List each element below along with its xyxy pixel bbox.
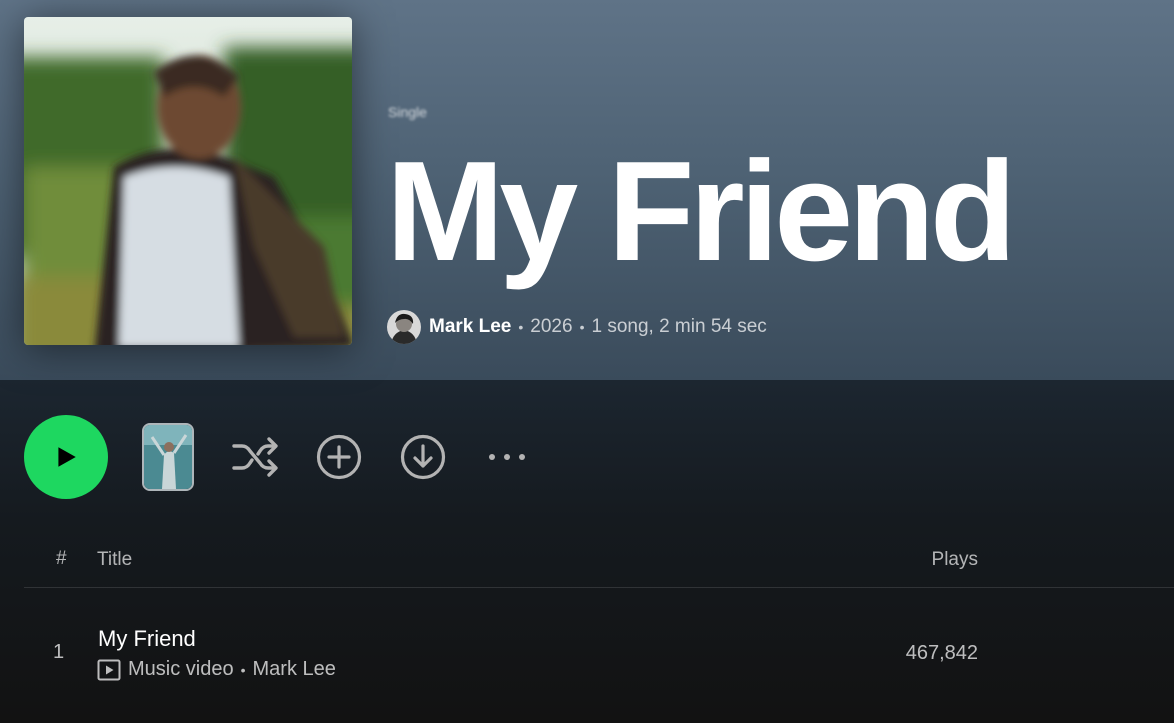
track-title-link[interactable]: My Friend xyxy=(98,626,196,652)
play-button[interactable] xyxy=(24,415,108,499)
tracklist-header: # Title Plays xyxy=(24,538,1174,588)
album-cover-art[interactable] xyxy=(24,17,352,345)
track-artist-link[interactable]: Mark Lee xyxy=(253,658,336,681)
separator: • xyxy=(579,319,585,335)
more-options-button[interactable] xyxy=(482,432,532,482)
cover-image xyxy=(24,17,352,345)
separator: • xyxy=(240,661,246,678)
track-row[interactable]: 1 My Friend Music video • Mark Lee 467,8… xyxy=(24,612,1174,696)
track-subtitle: Music video • Mark Lee xyxy=(97,658,336,681)
add-to-library-button[interactable] xyxy=(314,432,364,482)
track-type: Music video xyxy=(128,658,234,680)
album-title: My Friend xyxy=(386,132,1017,291)
album-summary: 1 song, 2 min 54 sec xyxy=(591,316,767,337)
shuffle-button[interactable] xyxy=(230,432,280,482)
album-header: Single My Friend Mark Lee • 2026 • 1 son… xyxy=(0,0,1174,380)
album-type-label: Single xyxy=(388,104,427,120)
download-icon xyxy=(400,434,446,480)
play-icon xyxy=(58,447,76,467)
more-icon xyxy=(489,454,525,460)
download-button[interactable] xyxy=(398,432,448,482)
track-number: 1 xyxy=(53,641,65,663)
add-circle-icon xyxy=(316,434,362,480)
separator: • xyxy=(518,319,524,335)
plays-column-header: Plays xyxy=(931,549,978,570)
music-video-icon xyxy=(97,659,121,680)
action-bar xyxy=(24,415,532,499)
title-column-header: Title xyxy=(97,549,133,570)
artist-name-link[interactable]: Mark Lee xyxy=(429,316,511,338)
release-year: 2026 xyxy=(530,316,573,337)
album-page: Single My Friend Mark Lee • 2026 • 1 son… xyxy=(0,0,1174,723)
album-meta: Mark Lee • 2026 • 1 song, 2 min 54 sec xyxy=(387,309,767,345)
track-number-header: # xyxy=(56,548,67,569)
video-preview-thumbnail[interactable] xyxy=(142,423,194,491)
track-play-count: 467,842 xyxy=(905,642,978,664)
artist-avatar[interactable] xyxy=(387,310,421,344)
shuffle-icon xyxy=(232,437,278,477)
